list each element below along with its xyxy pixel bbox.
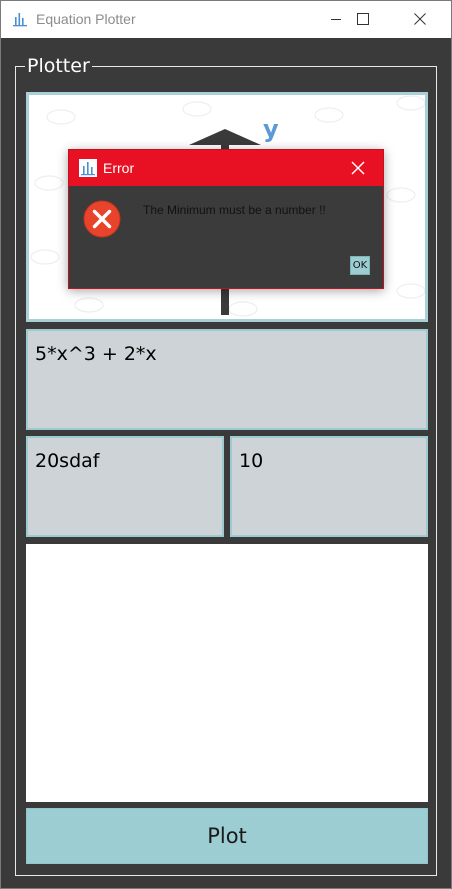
error-icon	[83, 200, 121, 238]
group-title: Plotter	[25, 54, 92, 78]
plot-canvas	[26, 544, 428, 802]
plot-button[interactable]: Plot	[26, 808, 428, 864]
bar-chart-icon	[12, 11, 28, 27]
bar-chart-icon	[79, 159, 97, 177]
minimum-field[interactable]: 20sdaf	[26, 436, 224, 537]
maximize-button[interactable]	[340, 1, 386, 38]
dialog-titlebar[interactable]: Error	[69, 150, 383, 186]
dialog-title: Error	[103, 160, 135, 176]
close-button[interactable]	[397, 1, 443, 38]
dialog-message: The Minimum must be a number !!	[143, 203, 326, 217]
ok-button[interactable]: OK	[350, 256, 370, 275]
close-icon	[414, 13, 426, 25]
error-dialog: Error The Minimum must be a number !! OK	[68, 149, 384, 289]
maximum-field[interactable]: 10	[230, 436, 428, 537]
y-axis-letter: y	[263, 115, 279, 143]
maximize-icon	[357, 13, 369, 25]
app-window: Equation Plotter Plotter y 5*x^3 + 2*x 2…	[0, 0, 452, 889]
close-icon	[351, 161, 365, 175]
window-title: Equation Plotter	[36, 11, 136, 27]
window-titlebar[interactable]: Equation Plotter	[1, 1, 451, 38]
dialog-close-button[interactable]	[349, 159, 367, 177]
expression-field[interactable]: 5*x^3 + 2*x	[26, 329, 428, 430]
